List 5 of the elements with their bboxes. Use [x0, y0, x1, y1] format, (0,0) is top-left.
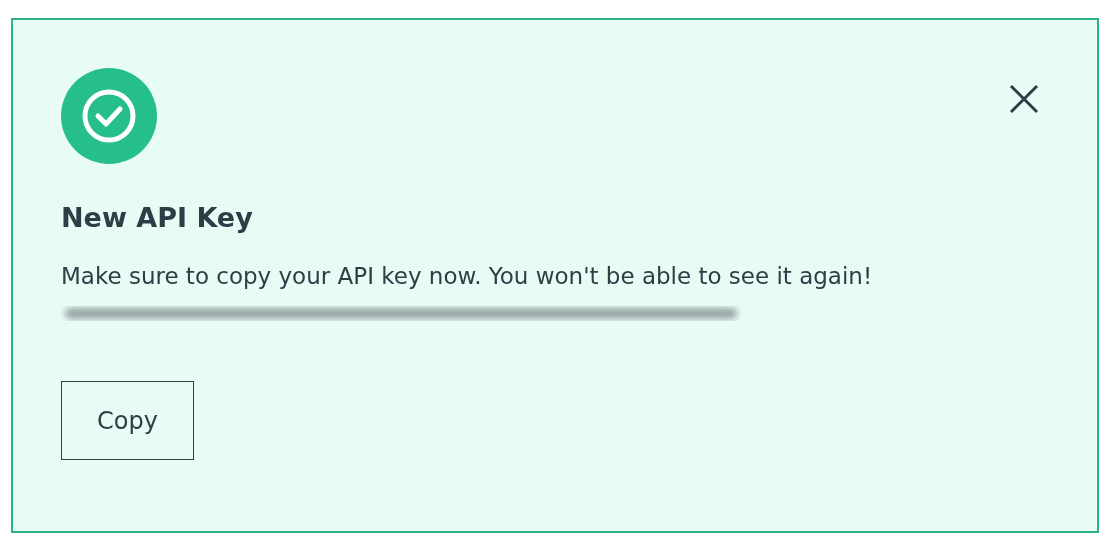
alert-message: Make sure to copy your API key now. You won't be able to see it again!: [61, 263, 873, 289]
alert-title: New API Key: [61, 202, 253, 233]
copy-button[interactable]: Copy: [61, 381, 194, 460]
close-button[interactable]: [1007, 82, 1041, 116]
check-circle-icon: [61, 68, 157, 164]
